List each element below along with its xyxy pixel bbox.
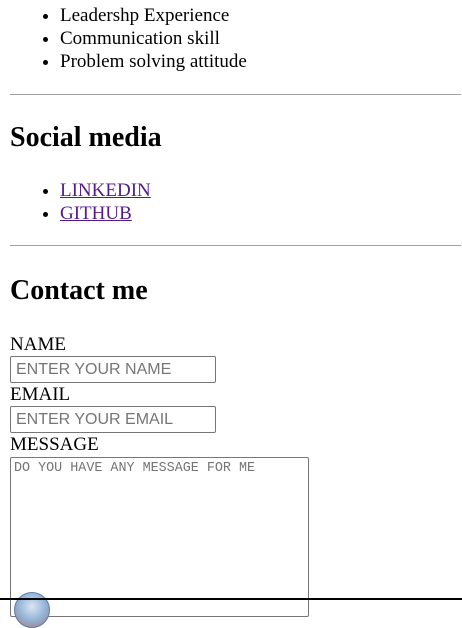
message-label: MESSAGE (10, 434, 99, 455)
email-label: EMAIL (10, 384, 71, 405)
email-input[interactable] (10, 406, 216, 433)
skills-list: Leadershp Experience Communication skill… (0, 4, 440, 73)
social-media-heading: Social media (10, 122, 162, 153)
list-item: LINKEDIN (60, 179, 440, 202)
list-item: Communication skill (60, 27, 440, 50)
list-item: Leadershp Experience (60, 4, 440, 27)
social-links-list: LINKEDIN GITHUB (0, 179, 440, 225)
linkedin-link[interactable]: LINKEDIN (60, 180, 151, 201)
list-item: Problem solving attitude (60, 50, 440, 73)
divider (10, 245, 461, 246)
list-item: GITHUB (60, 202, 440, 225)
name-input[interactable] (10, 356, 216, 383)
github-link[interactable]: GITHUB (60, 203, 132, 224)
message-textarea[interactable] (10, 457, 309, 617)
name-label: NAME (10, 334, 66, 355)
divider (10, 94, 461, 95)
contact-heading: Contact me (10, 275, 148, 306)
